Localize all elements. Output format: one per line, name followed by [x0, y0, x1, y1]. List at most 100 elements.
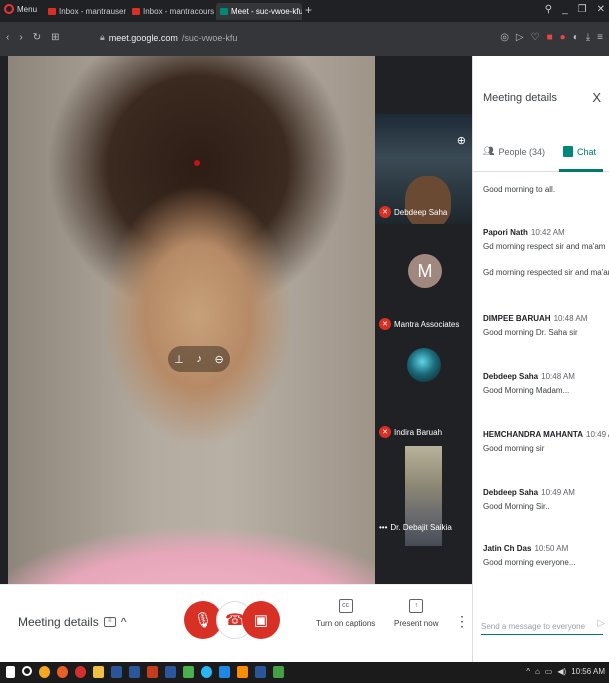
chat-sender: Debdeep Saha 10:49 AM	[483, 488, 605, 497]
chat-input[interactable]: Send a message to everyone	[481, 622, 603, 635]
close-panel-button[interactable]: X	[592, 90, 601, 105]
new-tab-button[interactable]: +	[305, 3, 312, 17]
remove-icon[interactable]: ⊖	[215, 353, 224, 366]
chat-time: 10:48 AM	[553, 314, 588, 323]
mic-icon[interactable]: ♪	[196, 353, 202, 365]
camera-toggle-button[interactable]: ▣	[242, 601, 280, 639]
participant-tile-debdeep[interactable]: ⊕ ✕ Debdeep Saha	[375, 114, 472, 224]
sender-name: Debdeep Saha	[483, 372, 539, 381]
powerpoint-icon[interactable]	[147, 666, 158, 678]
taskbar-apps	[6, 666, 284, 678]
nav-buttons: ‹ › ↻ ⊞	[6, 32, 59, 43]
pin-icon[interactable]: ⊥	[174, 353, 184, 366]
speed-dial-icon[interactable]: ⊞	[51, 32, 59, 43]
chat-message: Debdeep Saha 10:48 AM Good Morning Madam.…	[483, 372, 605, 395]
vlc-icon[interactable]	[237, 666, 248, 678]
participant-label: Mantra Associates	[394, 319, 460, 329]
word-icon-2[interactable]	[129, 666, 140, 678]
tab-title: Meet - suc-vwoe-kfu	[231, 7, 302, 16]
browser-tab-inbox-1[interactable]: Inbox - mantrauser001@g	[44, 3, 126, 20]
video-overlay-controls: ⊥ ♪ ⊖	[168, 346, 230, 372]
easy-setup-icon[interactable]: ≡	[597, 32, 603, 43]
firefox-icon[interactable]	[39, 666, 50, 678]
file-explorer-icon[interactable]	[93, 666, 104, 678]
minimize-icon[interactable]: _	[562, 4, 568, 15]
taskbar: ^ ⌂ ▭ ◀) 10:56 AM	[0, 662, 609, 683]
chat-text: Good Morning Sir..	[483, 502, 550, 511]
participant-tile-indira[interactable]: ✕ Indira Baruah	[375, 336, 472, 444]
chat-text: Gd morning respected sir and ma'am	[483, 268, 609, 277]
chat-sender: DIMPEE BARUAH 10:48 AM	[483, 314, 605, 323]
sender-name: Debdeep Saha	[483, 488, 539, 497]
chat-text: Good Morning Madam...	[483, 386, 570, 395]
main-video: ⊥ ♪ ⊖	[8, 56, 375, 584]
tab-title: Inbox - mantracourses1@	[143, 7, 214, 16]
back-icon[interactable]: ‹	[6, 32, 9, 43]
avatar: M	[408, 254, 442, 288]
mic-off-icon: ✕	[379, 206, 391, 218]
search-icon[interactable]	[22, 666, 32, 676]
tab-chat[interactable]: Chat	[563, 146, 596, 157]
meeting-details-button[interactable]: Meeting details ≡ ^	[18, 615, 126, 629]
app-icon-green[interactable]	[183, 666, 194, 678]
camera-icon[interactable]: ◎	[500, 32, 509, 43]
captions-label: Turn on captions	[316, 619, 376, 628]
participant-label: Debdeep Saha	[394, 207, 448, 217]
forward-icon[interactable]: ›	[19, 32, 22, 43]
present-button[interactable]: ↑ Present now	[394, 599, 438, 628]
participant-tile-debajit[interactable]: ••• Dr. Debajit Saikia	[375, 444, 472, 584]
windows-start-icon[interactable]	[6, 666, 15, 678]
word-icon-3[interactable]	[165, 666, 176, 678]
browser-tab-meet[interactable]: Meet - suc-vwoe-kfu ✕	[216, 3, 302, 20]
meeting-details-panel: Meeting details X 👥︎ People (34) Chat Go…	[472, 56, 609, 662]
chat-message: Jatin Ch Das 10:50 AM Good morning everyo…	[483, 544, 605, 567]
battery-icon[interactable]: ▭	[545, 667, 553, 676]
firefox-icon-2[interactable]	[57, 666, 68, 678]
maximize-icon[interactable]: ❐	[578, 4, 587, 15]
download-icon[interactable]: ⤓	[586, 32, 590, 43]
mic-off-icon: 🎙︎	[193, 612, 213, 629]
participant-name: ••• Dr. Debajit Saikia	[379, 523, 452, 532]
sender-name: DIMPEE BARUAH	[483, 314, 551, 323]
extension-icon[interactable]: ■	[547, 32, 553, 43]
pin-icon[interactable]: ⊕	[457, 134, 466, 147]
extension-icon-2[interactable]: ●	[560, 32, 566, 43]
url-field[interactable]: 🔒︎ meet.google.com/suc-vwoe-kfu	[100, 32, 237, 43]
meet-icon	[220, 8, 228, 15]
network-icon[interactable]: ⌂	[535, 667, 540, 676]
tab-people[interactable]: 👥︎ People (34)	[483, 146, 545, 157]
clock[interactable]: 10:56 AM	[571, 667, 605, 676]
flow-icon[interactable]: ▷	[516, 32, 524, 43]
participant-label: Indira Baruah	[394, 427, 443, 437]
app-icon-green-2[interactable]	[273, 666, 284, 678]
vscode-icon[interactable]	[219, 666, 230, 678]
heart-icon[interactable]: ♡	[531, 32, 540, 43]
browser-menu[interactable]: Menu	[4, 4, 37, 14]
chevron-up-icon[interactable]: ^	[526, 667, 530, 676]
speaker-bindi	[194, 160, 200, 166]
reload-icon[interactable]: ↻	[33, 32, 41, 43]
lock-icon: 🔒︎	[100, 32, 105, 42]
word-icon[interactable]	[111, 666, 122, 678]
captions-icon: cc	[338, 599, 353, 613]
search-icon[interactable]: ⚲	[545, 4, 552, 15]
more-options-icon[interactable]: ⋮	[455, 613, 469, 630]
chat-messages: Good morning to all. Papori Nath 10:42 AM…	[473, 172, 609, 602]
captions-button[interactable]: cc Turn on captions	[316, 599, 375, 628]
avatar	[407, 348, 441, 382]
participant-tile-mantra[interactable]: M ✕ Mantra Associates	[375, 224, 472, 336]
captions-chip-icon: ≡	[103, 617, 116, 627]
system-tray: ^ ⌂ ▭ ◀) 10:56 AM	[526, 667, 605, 676]
chat-message: HEMCHANDRA MAHANTA10:49 AM Good morning …	[483, 430, 609, 453]
opera-icon[interactable]	[75, 666, 86, 678]
mic-off-icon: ✕	[379, 318, 391, 330]
chat-message: Good morning to all.	[483, 180, 605, 194]
browser-tab-strip: Menu Inbox - mantrauser001@g Inbox - man…	[0, 0, 609, 22]
word-icon-4[interactable]	[255, 666, 266, 678]
send-icon[interactable]: ▷	[597, 618, 605, 629]
vpn-icon[interactable]: ◐	[573, 32, 579, 43]
close-window-icon[interactable]: ✕	[597, 4, 605, 15]
volume-icon[interactable]: ◀)	[557, 667, 566, 676]
chrome-icon[interactable]	[201, 666, 212, 678]
browser-tab-inbox-2[interactable]: Inbox - mantracourses1@	[128, 3, 214, 20]
